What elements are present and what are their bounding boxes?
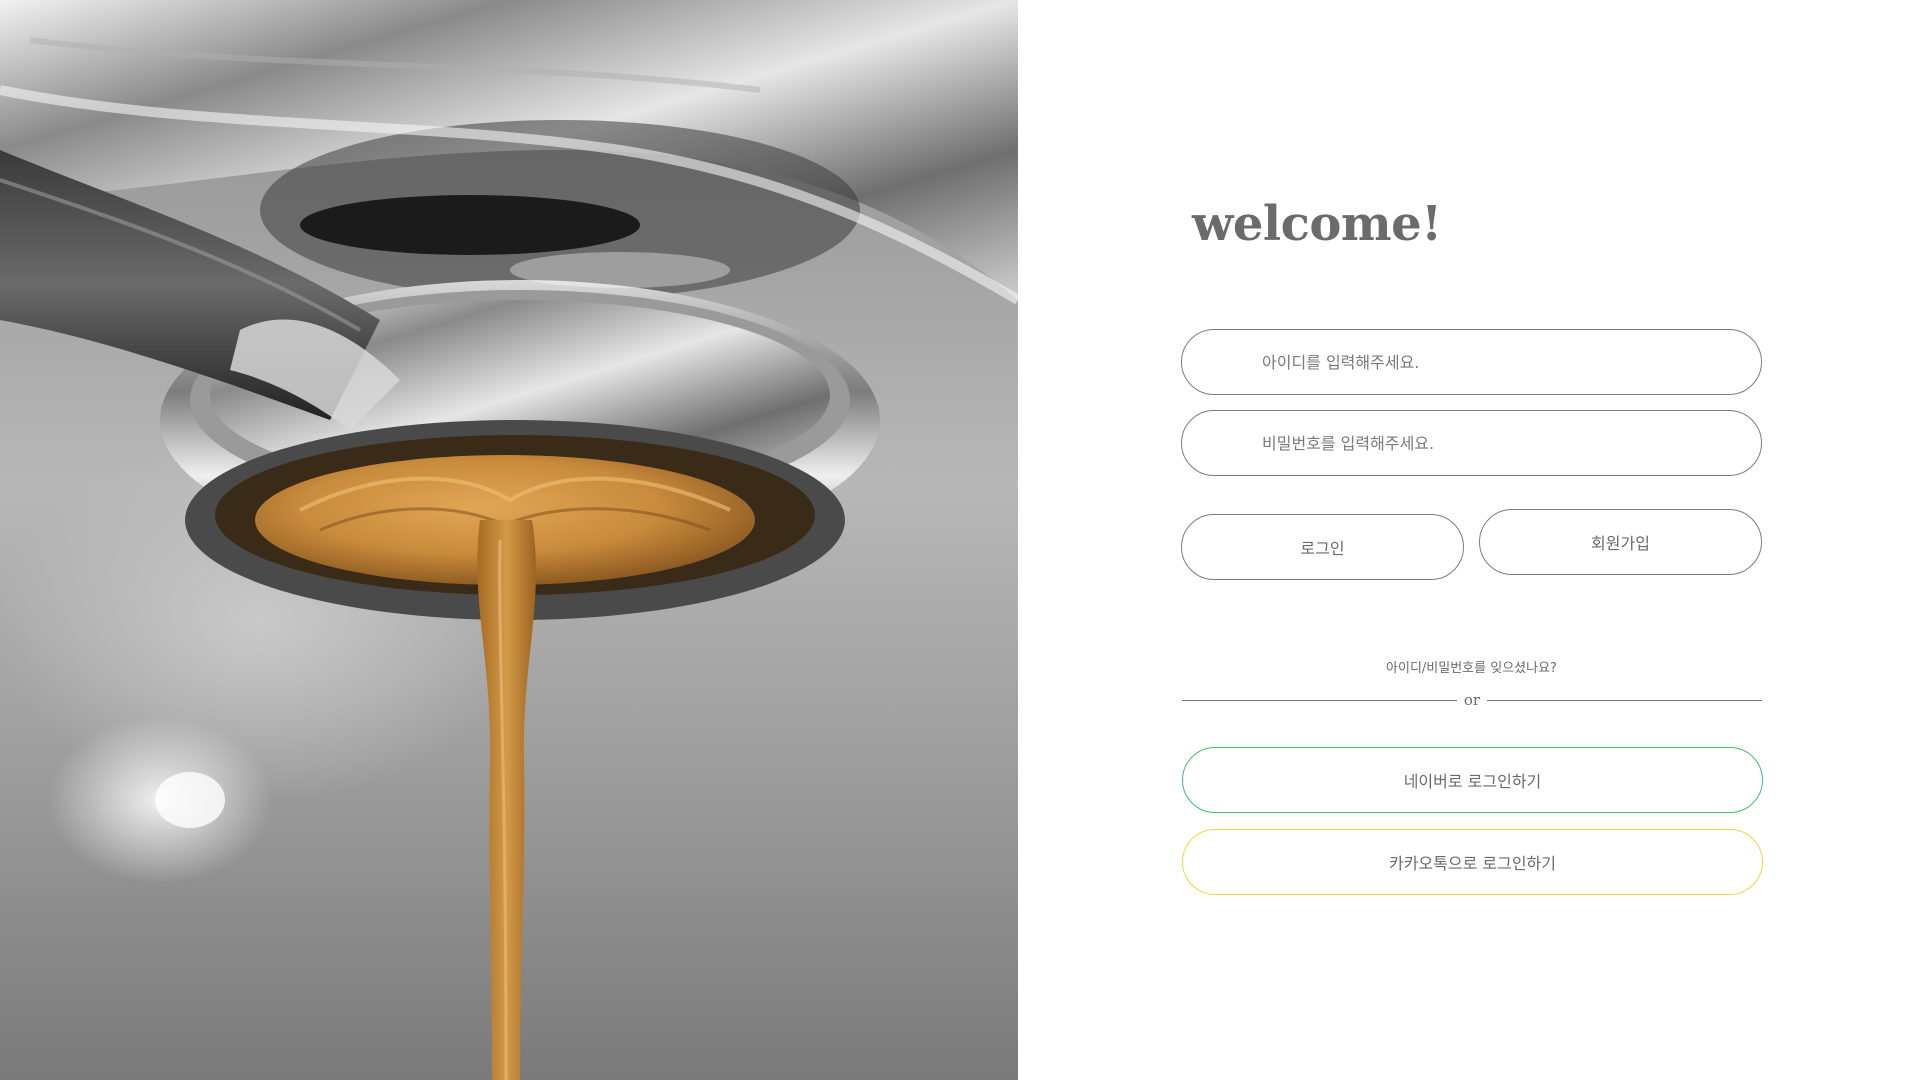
- or-divider: or: [1182, 689, 1763, 711]
- login-page: welcome! 로그인 회원가입 아이디/비밀번호를 잊으셨나요? or 네이…: [0, 0, 1920, 1080]
- welcome-title: welcome!: [1192, 196, 1442, 252]
- divider-line-right: [1487, 699, 1763, 701]
- password-input[interactable]: [1181, 410, 1762, 476]
- id-input[interactable]: [1181, 329, 1762, 395]
- forgot-credentials-link[interactable]: 아이디/비밀번호를 잊으셨나요?: [1181, 657, 1762, 676]
- signup-button-label: 회원가입: [1591, 534, 1650, 553]
- naver-login-label: 네이버로 로그인하기: [1403, 772, 1542, 791]
- naver-login-button[interactable]: 네이버로 로그인하기: [1182, 747, 1763, 813]
- login-button-label: 로그인: [1300, 539, 1345, 558]
- divider-label: or: [1463, 691, 1481, 709]
- login-button[interactable]: 로그인: [1181, 514, 1464, 580]
- espresso-photo: [0, 0, 1018, 1080]
- divider-line-left: [1182, 699, 1457, 701]
- kakao-login-label: 카카오톡으로 로그인하기: [1388, 854, 1556, 873]
- login-panel: welcome! 로그인 회원가입 아이디/비밀번호를 잊으셨나요? or 네이…: [1018, 0, 1920, 1080]
- signup-button[interactable]: 회원가입: [1479, 509, 1762, 575]
- kakao-login-button[interactable]: 카카오톡으로 로그인하기: [1182, 829, 1763, 895]
- espresso-illustration: [0, 0, 1018, 1080]
